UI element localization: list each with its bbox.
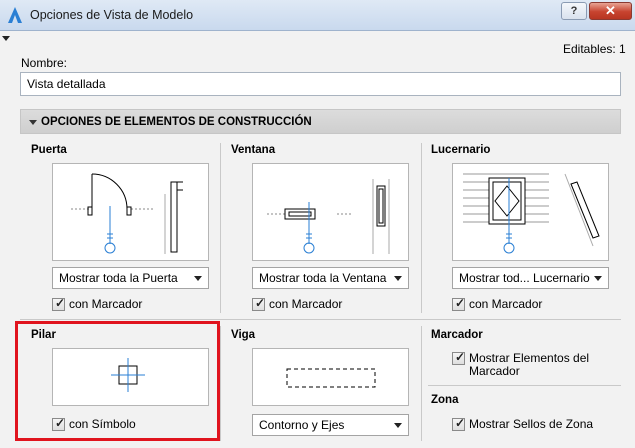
nombre-input[interactable] (20, 72, 621, 96)
close-button[interactable]: ✕ (589, 2, 632, 20)
lucernario-dropdown[interactable]: Mostrar tod... Lucernario (452, 267, 609, 289)
ventana-preview (252, 163, 409, 261)
zona-title: Zona (431, 394, 459, 406)
check-icon: ✓ (455, 296, 466, 310)
viga-preview (252, 348, 409, 406)
divider (421, 326, 422, 441)
divider (220, 326, 221, 441)
viga-dropdown-value: Contorno y Ejes (259, 418, 345, 432)
check-icon: ✓ (55, 296, 66, 310)
lucernario-checkbox[interactable]: ✓ con Marcador (452, 296, 602, 314)
zona-checkbox-label: Mostrar Sellos de Zona (469, 417, 594, 431)
divider (20, 319, 621, 320)
ventana-title: Ventana (231, 144, 276, 156)
checkbox-box: ✓ (452, 416, 466, 431)
puerta-checkbox[interactable]: ✓ con Marcador (52, 296, 202, 314)
section-title: OPCIONES DE ELEMENTOS DE CONSTRUCCIÓN (41, 116, 312, 128)
collapse-arrow-icon[interactable] (2, 36, 10, 41)
window-symbol-icon (267, 179, 390, 254)
viga-title: Viga (231, 329, 256, 341)
puerta-checkbox-label: con Marcador (69, 297, 143, 311)
chevron-down-icon (394, 276, 402, 281)
marcador-title: Marcador (431, 329, 483, 341)
divider (421, 143, 422, 313)
puerta-dropdown-value: Mostrar toda la Puerta (59, 271, 178, 285)
chevron-down-icon (194, 276, 202, 281)
lucernario-preview (452, 163, 609, 261)
puerta-dropdown[interactable]: Mostrar toda la Puerta (52, 267, 209, 289)
divider (428, 385, 621, 386)
checkbox-box: ✓ (452, 350, 466, 365)
chevron-down-icon (29, 120, 37, 125)
check-icon: ✓ (455, 416, 466, 430)
checkbox-box: ✓ (52, 296, 66, 311)
marcador-checkbox-label-line2: Marcador (469, 364, 520, 378)
checkbox-box: ✓ (252, 296, 266, 311)
puerta-title: Puerta (31, 144, 67, 156)
beam-symbol-icon (286, 368, 376, 388)
highlight-box (15, 321, 220, 441)
divider (220, 143, 221, 313)
ventana-dropdown[interactable]: Mostrar toda la Ventana (252, 267, 409, 289)
puerta-preview (52, 163, 209, 261)
section-header[interactable]: OPCIONES DE ELEMENTOS DE CONSTRUCCIÓN (20, 109, 621, 134)
window-title: Opciones de Vista de Modelo (30, 8, 194, 22)
checkbox-box: ✓ (452, 296, 466, 311)
help-button[interactable]: ? (561, 2, 587, 20)
check-icon: ✓ (255, 296, 266, 310)
zona-checkbox[interactable]: ✓ Mostrar Sellos de Zona (452, 416, 622, 434)
ventana-checkbox-label: con Marcador (269, 297, 343, 311)
chevron-down-icon (394, 423, 402, 428)
nombre-label: Nombre: (21, 56, 68, 70)
marcador-checkbox[interactable]: ✓ Mostrar Elementos del Marcador (452, 350, 622, 380)
title-bar: Opciones de Vista de Modelo ? ✕ (0, 0, 635, 31)
lucernario-checkbox-label: con Marcador (469, 297, 543, 311)
ventana-checkbox[interactable]: ✓ con Marcador (252, 296, 402, 314)
door-symbol-icon (71, 173, 183, 254)
lucernario-title: Lucernario (431, 144, 491, 156)
archicad-icon (8, 7, 22, 23)
editables-count: Editables: 1 (563, 42, 626, 56)
lucernario-dropdown-value: Mostrar tod... Lucernario (459, 271, 590, 285)
chevron-down-icon (594, 276, 602, 281)
skylight-symbol-icon (463, 173, 600, 254)
viga-dropdown[interactable]: Contorno y Ejes (252, 414, 409, 436)
ventana-dropdown-value: Mostrar toda la Ventana (259, 271, 387, 285)
check-icon: ✓ (455, 350, 466, 364)
